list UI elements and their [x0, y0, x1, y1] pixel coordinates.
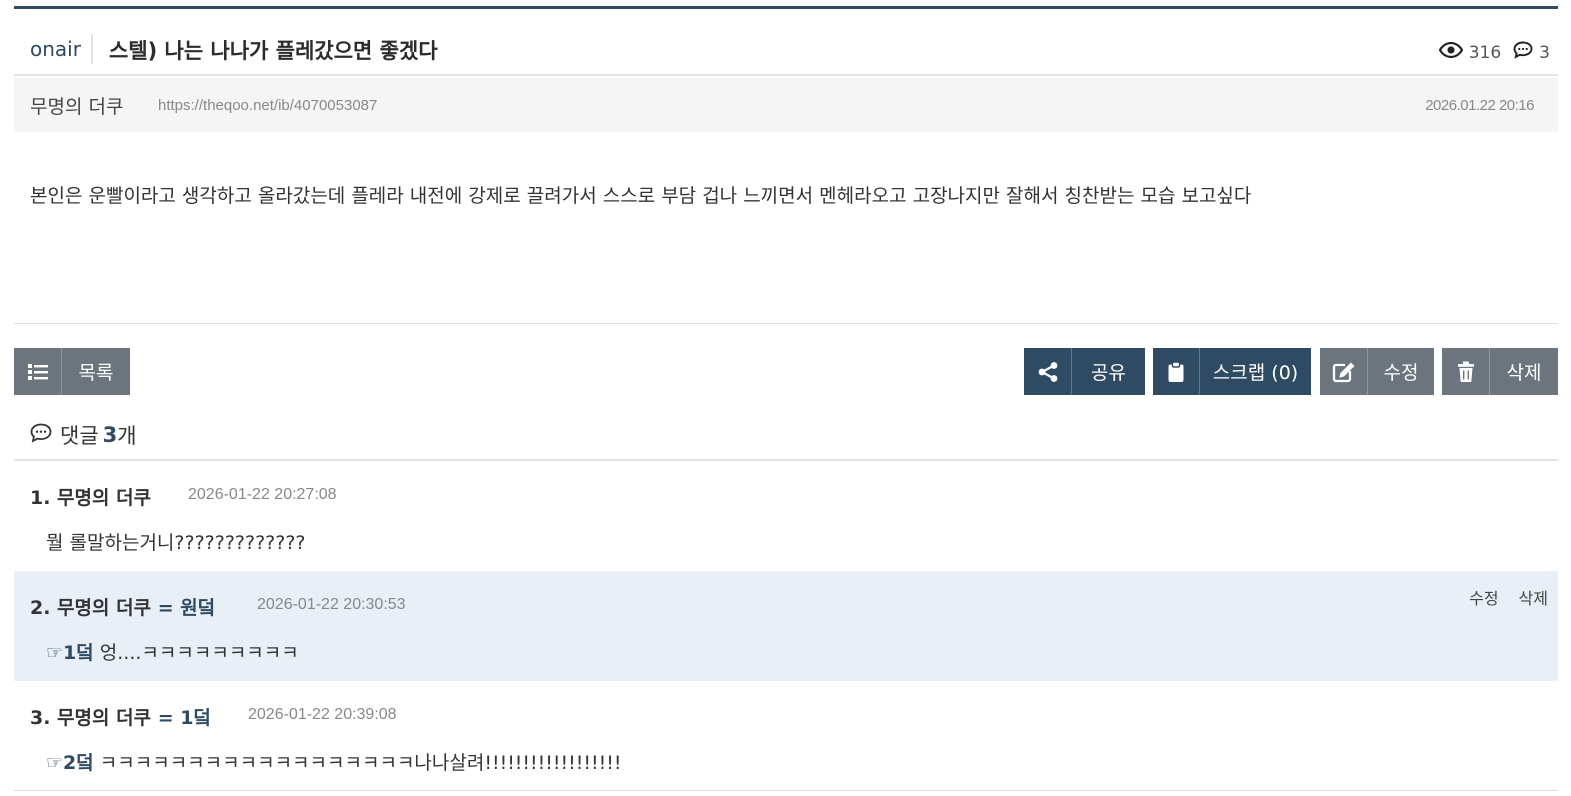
comment-edit-link[interactable]: 수정 — [1469, 585, 1498, 609]
post-url-link[interactable]: https://theqoo.net/ib/4070053087 — [158, 97, 377, 114]
edit-button-label: 수정 — [1383, 362, 1419, 384]
comment-actions: 수정 삭제 — [1469, 585, 1548, 609]
view-count: 316 — [1468, 42, 1502, 63]
comments-suffix: 개 — [117, 424, 137, 448]
post-header: onair 스텔) 나는 나나가 플레갔으면 좋겠다 316 3 — [14, 24, 1558, 76]
comment-reply-ref[interactable]: ☞1덬 — [46, 642, 94, 664]
share-button[interactable]: 공유 — [1024, 348, 1145, 395]
comment-date: 2026-01-22 20:30:53 — [257, 596, 406, 613]
speech-bubble-icon — [30, 423, 52, 448]
comment-date: 2026-01-22 20:27:08 — [188, 486, 337, 503]
comment-author: 1. 무명의 더쿠 — [30, 487, 152, 509]
share-button-label: 공유 — [1091, 362, 1126, 384]
scrap-button-label: 스크랩 (0) — [1212, 362, 1299, 384]
comment-reply-ref[interactable]: ☞2덬 — [46, 752, 94, 774]
list-button[interactable]: 목록 — [14, 348, 130, 395]
edit-button[interactable]: 수정 — [1320, 348, 1434, 395]
comment-date: 2026-01-22 20:39:08 — [248, 706, 397, 723]
comment-item: 2. 무명의 더쿠 = 원덬 2026-01-22 20:30:53 수정 삭제… — [14, 571, 1558, 681]
delete-button-label: 삭제 — [1506, 362, 1542, 384]
comment-delete-link[interactable]: 삭제 — [1519, 585, 1548, 609]
clipboard-icon — [1153, 348, 1200, 395]
comment-item: 3. 무명의 더쿠 = 1덬 2026-01-22 20:39:08 ☞2덬 ㅋ… — [14, 681, 1558, 791]
post-date: 2026.01.22 20:16 — [1425, 97, 1534, 114]
top-accent-bar — [14, 6, 1558, 9]
post-content: 본인은 운빨이라고 생각하고 올라갔는데 플레라 내전에 강제로 끌려가서 스스… — [30, 185, 1252, 207]
comment-body: ☞2덬 ㅋㅋㅋㅋㅋㅋㅋㅋㅋㅋㅋㅋㅋㅋㅋㅋㅋㅋ나나살려!!!!!!!!!!!!!!… — [46, 752, 622, 774]
share-icon — [1024, 348, 1072, 395]
delete-button[interactable]: 삭제 — [1442, 348, 1558, 395]
comments-header: 댓글 3 개 — [30, 420, 137, 450]
header-divider — [91, 34, 93, 64]
comment-author: 2. 무명의 더쿠 = 원덬 — [30, 597, 216, 619]
comments-count: 3 — [102, 423, 118, 447]
bottom-divider — [14, 790, 1558, 791]
comment-author-tag: = 1덬 — [157, 707, 211, 729]
comment-author-tag: = 원덬 — [157, 597, 216, 619]
content-divider — [14, 323, 1558, 324]
post-title: 스텔) 나는 나나가 플레갔으면 좋겠다 — [109, 39, 438, 63]
comment-count: 3 — [1539, 42, 1550, 63]
speech-bubble-icon — [1513, 41, 1533, 64]
comment-author: 3. 무명의 더쿠 = 1덬 — [30, 707, 211, 729]
list-icon — [14, 348, 62, 395]
scrap-button[interactable]: 스크랩 (0) — [1153, 348, 1311, 395]
comment-body: ☞1덬 엉....ㅋㅋㅋㅋㅋㅋㅋㅋㅋ — [46, 642, 299, 664]
post-meta: 무명의 더쿠 https://theqoo.net/ib/4070053087 … — [14, 78, 1558, 132]
trash-icon — [1442, 348, 1490, 395]
eye-icon — [1438, 41, 1463, 63]
list-button-label: 목록 — [78, 362, 114, 384]
edit-icon — [1320, 348, 1368, 395]
comments-label: 댓글 — [60, 424, 99, 448]
post-author: 무명의 더쿠 — [30, 96, 124, 118]
comment-body: 뭘 롤말하는거니????????????? — [46, 532, 306, 554]
post-stats: 316 3 — [1438, 41, 1550, 64]
comment-item: 1. 무명의 더쿠 2026-01-22 20:27:08 뭘 롤말하는거니??… — [14, 461, 1558, 571]
board-name-link[interactable]: onair — [30, 37, 81, 61]
